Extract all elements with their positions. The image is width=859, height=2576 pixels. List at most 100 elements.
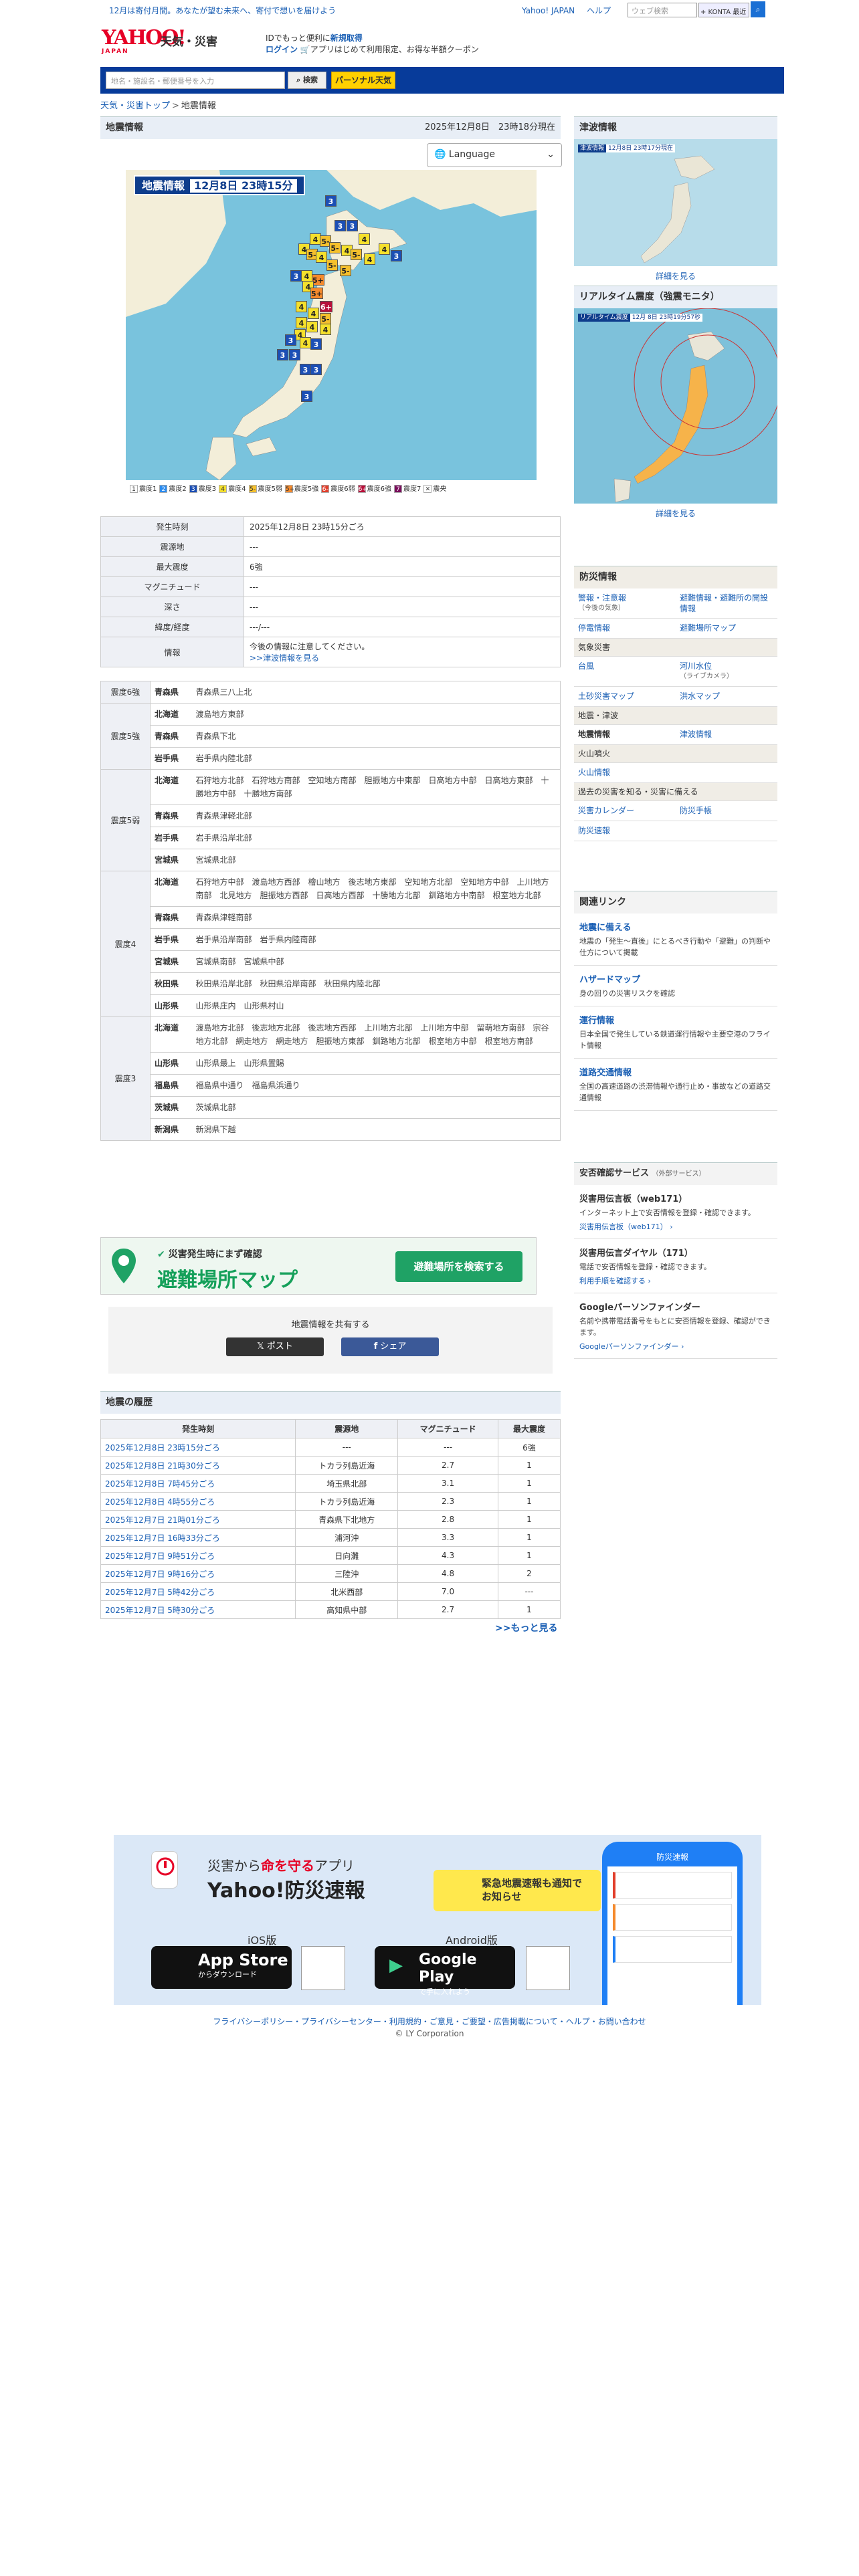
coupon-icon: 🛒 xyxy=(300,45,310,54)
history-row[interactable]: 2025年12月7日 16時33分ごろ 浦河沖 3.3 1 xyxy=(100,1528,561,1547)
disaster-info-link[interactable]: 防災手帳 xyxy=(676,800,777,821)
language-select[interactable]: 🌐 Language ⌄ xyxy=(427,143,562,167)
disaster-info-link[interactable]: 防災速報 xyxy=(574,821,676,841)
google-play-button[interactable]: ▶ Google Play で手に入れよう xyxy=(375,1946,515,1996)
history-row[interactable]: 2025年12月8日 7時45分ごろ 埼玉県北部 3.1 1 xyxy=(100,1474,561,1493)
area-list: 青森県三八上北 xyxy=(191,681,561,704)
disaster-info-link[interactable]: 避難情報・避難所の開設情報 xyxy=(676,588,777,619)
history-cell: --- xyxy=(497,1582,561,1601)
intensity-level: 震度3 xyxy=(100,1016,151,1141)
facebook-share-button[interactable]: f シェア xyxy=(341,1337,439,1356)
history-date-link[interactable]: 2025年12月8日 21時30分ごろ xyxy=(100,1456,296,1475)
footer-links[interactable]: フライバシーポリシー・プライバシーセンター・利用規約・ご意見・ご要望・広告掲載に… xyxy=(0,2016,859,2028)
history-row[interactable]: 2025年12月7日 5時30分ごろ 高知県中部 2.7 1 xyxy=(100,1600,561,1619)
place-search-input[interactable]: 地名・施設名・郵便番号を入力 xyxy=(106,72,285,89)
safety-service-link[interactable]: 災害用伝言板（web171） › xyxy=(579,1221,772,1232)
search-icon[interactable]: ⌕ xyxy=(751,1,765,17)
history-date-link[interactable]: 2025年12月7日 21時01分ごろ xyxy=(100,1510,296,1529)
earthquake-map[interactable]: 3 3 3 4 4 3 4 5- 5- 4 5- 4 4 5- 4 5- 5- 3 4 5+ 4 5+ 4 6+ 4 5- 4 4 4 4… xyxy=(126,170,537,480)
history-cell: 1 xyxy=(497,1510,561,1529)
disaster-info-link[interactable]: 洪水マップ xyxy=(676,686,777,707)
history-row[interactable]: 2025年12月8日 4時55分ごろ トカラ列島近海 2.3 1 xyxy=(100,1492,561,1511)
related-link-item[interactable]: 運行情報 日本全国で発生している鉄道運行情報や主要空港のフライト情報 xyxy=(574,1006,777,1059)
history-cell: --- xyxy=(397,1438,498,1457)
coupon-text[interactable]: アプリはじめて利用限定、お得な半額クーポン xyxy=(310,45,479,54)
more-history-link[interactable]: >>もっと見る xyxy=(495,1621,557,1634)
history-row[interactable]: 2025年12月8日 23時15分ごろ --- --- 6強 xyxy=(100,1438,561,1457)
realtime-detail-link[interactable]: 詳細を見る xyxy=(574,504,777,523)
info-row: 深さ --- xyxy=(100,597,561,617)
breadcrumb-home[interactable]: 天気・災害トップ xyxy=(100,101,170,111)
related-link-item[interactable]: 地震に備える 地震の「発生〜直後」にとるべき行動や「避難」の判断や仕方について掲載 xyxy=(574,914,777,966)
x-post-button[interactable]: 𝕏 ポスト xyxy=(226,1337,324,1356)
history-row[interactable]: 2025年12月7日 21時01分ごろ 青森県下北地方 2.8 1 xyxy=(100,1510,561,1529)
place-search-button[interactable]: ⌕ 検索 xyxy=(288,72,326,89)
map-date: 12月8日 23時15分 xyxy=(190,179,297,193)
history-row[interactable]: 2025年12月7日 5時42分ごろ 北米西部 7.0 --- xyxy=(100,1582,561,1601)
legend-label: 震度2 xyxy=(169,486,187,493)
disaster-info-link[interactable]: 土砂災害マップ xyxy=(574,686,676,707)
login-link[interactable]: ログイン xyxy=(266,45,298,54)
related-link-item[interactable]: 道路交通情報 全国の高速道路の渋滞情報や通行止め・事故などの道路交通情報 xyxy=(574,1059,777,1111)
page-title: 地震情報 xyxy=(106,122,143,133)
related-link-title: ハザードマップ xyxy=(579,975,641,985)
history-date-link[interactable]: 2025年12月7日 16時33分ごろ xyxy=(100,1528,296,1547)
realtime-intensity-map[interactable]: リアルタイム震度 12月 8日 23時19分57秒 xyxy=(574,308,777,504)
prefecture-name: 岩手県 xyxy=(150,827,192,849)
related-link-item[interactable]: ハザードマップ 身の回りの災害リスクを確認 xyxy=(574,966,777,1006)
history-date-link[interactable]: 2025年12月7日 9時16分ごろ xyxy=(100,1564,296,1583)
intensity-marker: 5- xyxy=(340,265,351,276)
disaster-category: 地震・津波 xyxy=(574,706,777,725)
safety-service-link[interactable]: 利用手順を確認する › xyxy=(579,1275,772,1286)
prefecture-name: 北海道 xyxy=(150,703,192,726)
history-date-link[interactable]: 2025年12月7日 5時42分ごろ xyxy=(100,1582,296,1601)
history-date-link[interactable]: 2025年12月7日 5時30分ごろ xyxy=(100,1600,296,1619)
safety-service-link[interactable]: Googleパーソンファインダー › xyxy=(579,1341,772,1352)
evacuation-map-banner[interactable]: ✔ 災害発生時にまず確認 避難場所マップ 避難場所を検索する xyxy=(100,1237,537,1295)
tsunami-info-link[interactable]: >>津波情報を見る xyxy=(250,653,319,663)
disaster-info-link[interactable]: 警報・注意報 （今後の気象） xyxy=(574,588,676,619)
disaster-info-link[interactable]: 災害カレンダー xyxy=(574,800,676,821)
info-value-text: 6強 xyxy=(250,562,263,572)
area-list: 宮城県北部 xyxy=(191,849,561,871)
site-title[interactable]: 天気・災害 xyxy=(161,32,217,49)
disaster-info-link[interactable]: 津波情報 xyxy=(676,724,777,745)
history-column-header: 発生時刻 xyxy=(100,1419,296,1438)
disaster-info-link[interactable]: 火山情報 xyxy=(574,762,676,783)
app-store-button[interactable]: App Store からダウンロード xyxy=(151,1946,292,1989)
intensity-marker: 3 xyxy=(325,195,337,207)
history-row[interactable]: 2025年12月7日 9時51分ごろ 日向灘 4.3 1 xyxy=(100,1546,561,1565)
history-date-link[interactable]: 2025年12月8日 7時45分ごろ xyxy=(100,1474,296,1493)
donation-message-link[interactable]: 12月は寄付月間。あなたが望む未来へ、寄付で想いを届けよう xyxy=(109,5,336,16)
prefecture-name: 福島県 xyxy=(150,1074,192,1097)
evacuation-search-button[interactable]: 避難場所を検索する xyxy=(395,1251,522,1282)
tsunami-map[interactable]: 津波情報 12月8日 23時17分現在 xyxy=(574,139,777,266)
disaster-info-link[interactable]: 避難場所マップ xyxy=(676,618,777,639)
info-label: 深さ xyxy=(100,597,244,617)
personal-weather-button[interactable]: パーソナル天気 xyxy=(331,72,395,89)
intensity-row: 岩手県 岩手県内陸北部 xyxy=(101,747,561,770)
history-row[interactable]: 2025年12月8日 21時30分ごろ トカラ列島近海 2.7 1 xyxy=(100,1456,561,1475)
history-cell: トカラ列島近海 xyxy=(295,1492,399,1511)
history-cell: 1 xyxy=(497,1546,561,1565)
history-date-link[interactable]: 2025年12月7日 9時51分ごろ xyxy=(100,1546,296,1565)
search-toggle[interactable]: + KONTA 最近 xyxy=(698,3,749,17)
history-date-link[interactable]: 2025年12月8日 23時15分ごろ xyxy=(100,1438,296,1457)
disaster-info-label: 災害カレンダー xyxy=(578,806,635,815)
app-promo-banner[interactable]: 災害から命を守るアプリ Yahoo!防災速報 緊急地震速報も通知でお知らせ iO… xyxy=(114,1835,761,2005)
yahoo-logo[interactable]: YAHOO! JAPAN xyxy=(102,28,187,58)
search-icon: ⌕ xyxy=(296,76,301,84)
tsunami-detail-link[interactable]: 詳細を見る xyxy=(574,266,777,286)
prefecture-name: 秋田県 xyxy=(150,972,192,995)
disaster-info-link[interactable]: 停電情報 xyxy=(574,618,676,639)
disaster-info-link[interactable]: 台風 xyxy=(574,656,676,687)
help-link[interactable]: ヘルプ xyxy=(587,6,611,15)
history-date-link[interactable]: 2025年12月8日 4時55分ごろ xyxy=(100,1492,296,1511)
history-row[interactable]: 2025年12月7日 9時16分ごろ 三陸沖 4.8 2 xyxy=(100,1564,561,1583)
yahoo-japan-link[interactable]: Yahoo! JAPAN xyxy=(522,6,575,15)
web-search-input[interactable]: ウェブ検索 xyxy=(628,3,697,17)
intensity-row: 青森県 青森県津軽北部 xyxy=(101,804,561,827)
disaster-info-link[interactable]: 地震情報 xyxy=(574,724,676,745)
signup-link[interactable]: 新規取得 xyxy=(330,33,363,43)
disaster-info-link[interactable]: 河川水位 （ライブカメラ） xyxy=(676,656,777,687)
